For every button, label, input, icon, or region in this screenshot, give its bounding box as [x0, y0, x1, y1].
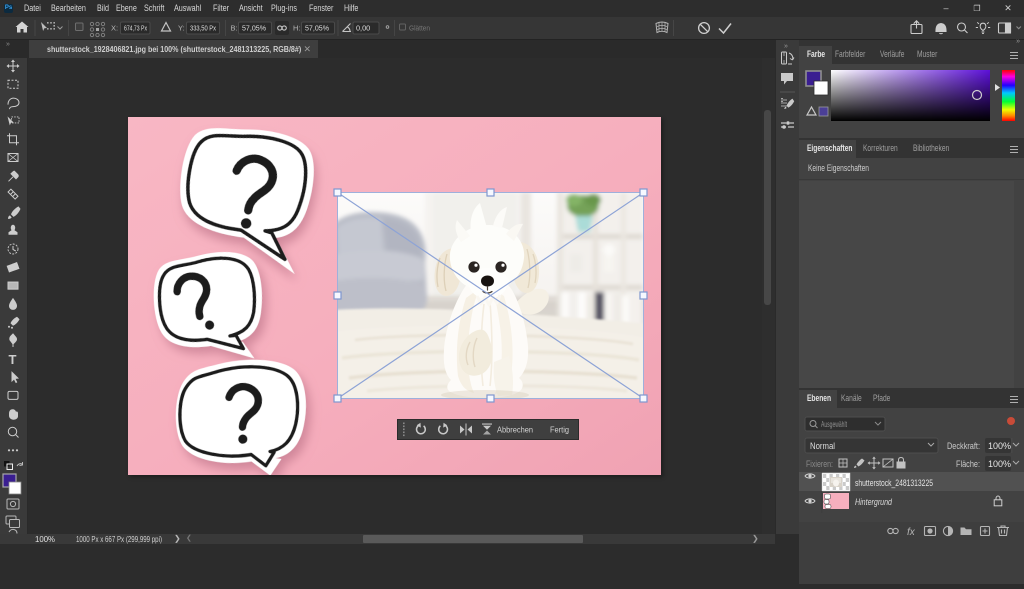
svg-text:100%: 100% — [988, 441, 1011, 451]
svg-text:57,05%: 57,05% — [242, 24, 266, 33]
svg-text:100%: 100% — [35, 534, 56, 544]
svg-text:shutterstock_2481313225: shutterstock_2481313225 — [855, 478, 933, 488]
svg-text:fx: fx — [907, 527, 916, 538]
svg-text:100%: 100% — [988, 459, 1011, 469]
svg-text:674,73 Px: 674,73 Px — [124, 24, 147, 33]
svg-text:57,05%: 57,05% — [305, 24, 329, 33]
svg-text:X:: X: — [111, 24, 118, 33]
svg-text:Fertig: Fertig — [550, 425, 569, 435]
svg-text:0,00: 0,00 — [356, 24, 370, 33]
svg-text:B:: B: — [231, 24, 238, 33]
svg-text:»: » — [784, 43, 788, 50]
svg-text:1000 Px x 667 Px (299,999 ppi): 1000 Px x 667 Px (299,999 ppi) — [76, 535, 162, 544]
svg-text:Deckkraft:: Deckkraft: — [947, 441, 980, 451]
svg-text:Ausgewählt: Ausgewählt — [821, 419, 847, 429]
svg-text:Normal: Normal — [810, 441, 835, 451]
svg-text:T: T — [9, 352, 17, 367]
svg-text:H:: H: — [293, 24, 301, 33]
svg-text:Glätten: Glätten — [409, 24, 430, 33]
svg-text:Abbrechen: Abbrechen — [497, 425, 533, 435]
svg-text:Fixieren:: Fixieren: — [806, 459, 833, 469]
svg-text:Y:: Y: — [178, 24, 185, 33]
svg-text:Fläche:: Fläche: — [956, 459, 980, 469]
svg-text:Hintergrund: Hintergrund — [855, 497, 893, 507]
svg-text:333,50 Px: 333,50 Px — [190, 24, 216, 33]
